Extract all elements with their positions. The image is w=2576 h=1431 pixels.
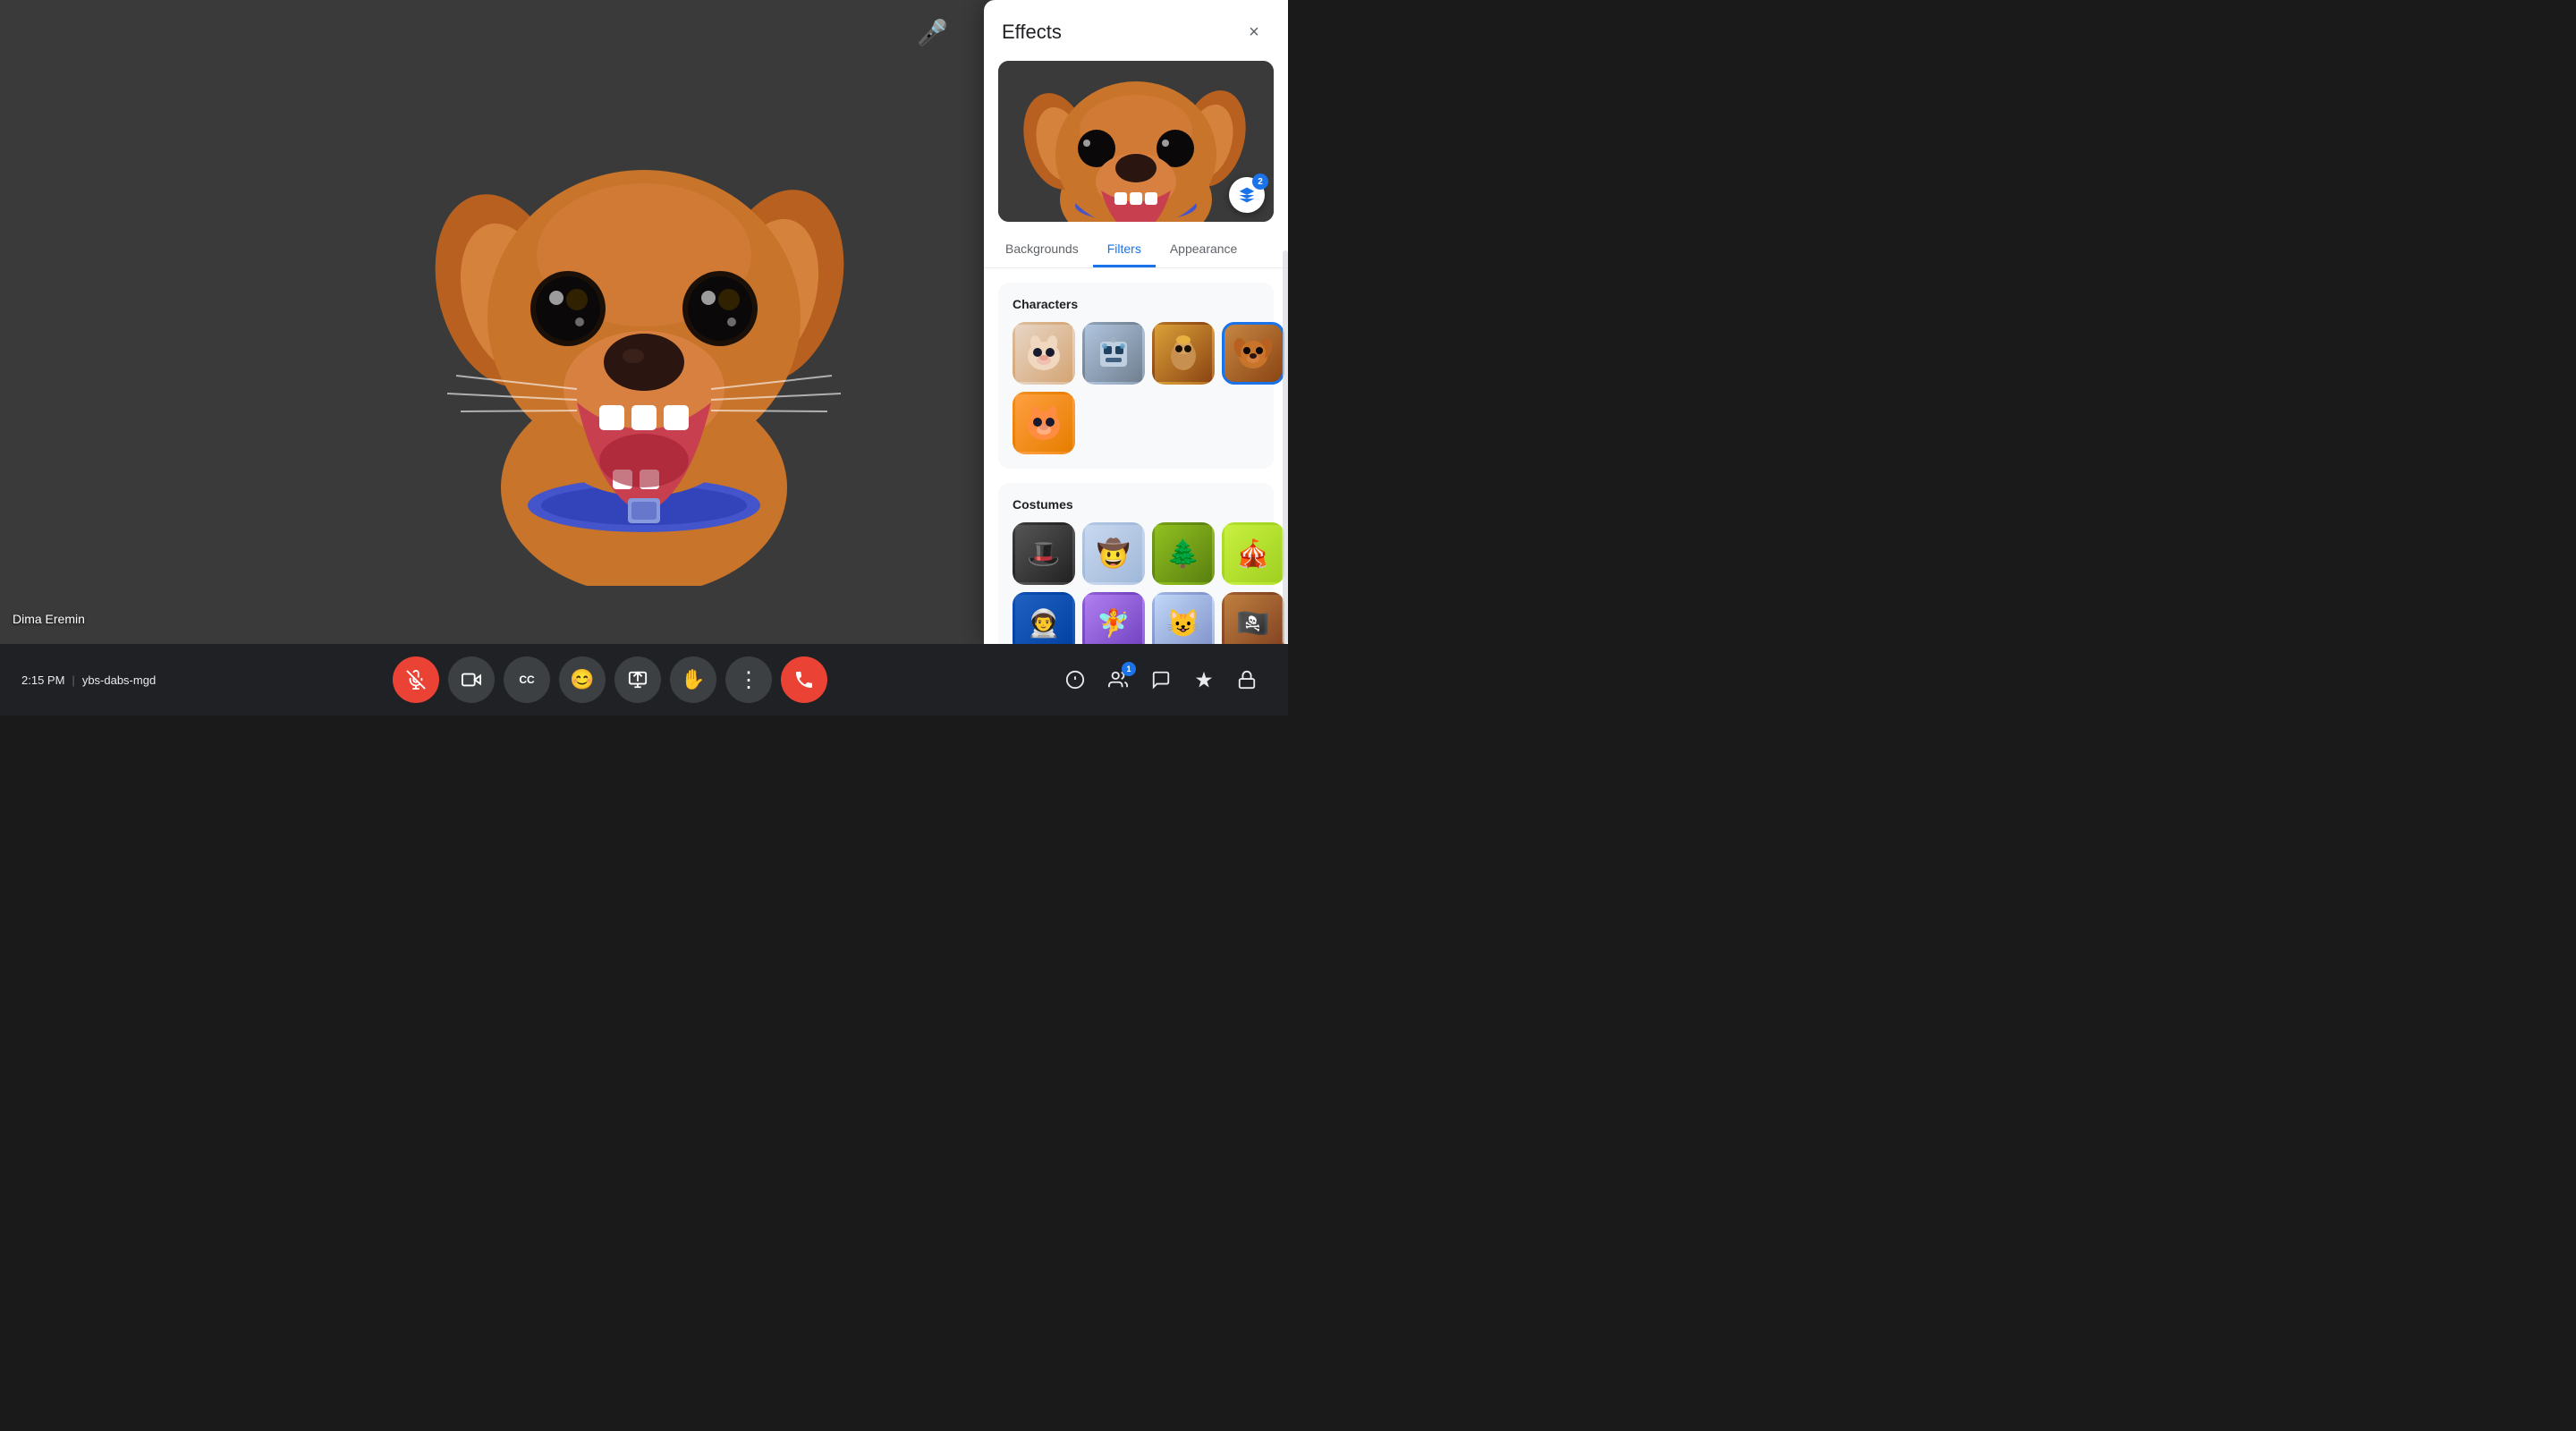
costume-astronaut[interactable]: 👨‍🚀 [1013,592,1075,644]
separator: | [72,673,74,687]
reactions-button[interactable]: 😊 [559,656,606,703]
people-badge: 1 [1122,662,1136,676]
panel-header: Effects × [984,0,1288,61]
raise-hand-button[interactable]: ✋ [670,656,716,703]
costume-fairy[interactable]: 🧚 [1082,592,1145,644]
people-button[interactable]: 1 [1098,660,1138,699]
character-princess[interactable] [1152,322,1215,385]
leave-call-button[interactable] [781,656,827,703]
camera-button[interactable] [448,656,495,703]
bottom-bar: 2:15 PM | ybs-dabs-mgd CC 😊 ✋ [0,644,1288,716]
present-button[interactable] [614,656,661,703]
mic-button[interactable] [393,656,439,703]
costume-tophat[interactable]: 🎩 [1013,522,1075,585]
effects-content: Characters [984,268,1288,644]
costumes-section: Costumes 🎩 🤠 🌲 🎪 👨‍🚀 🧚 [998,483,1274,644]
costume-cat-filter[interactable]: 😺 [1152,592,1215,644]
effects-preview: 2 [998,61,1274,222]
effects-tabs: Backgrounds Filters Appearance [984,233,1288,268]
effects-panel: Effects × [984,0,1288,644]
activities-button[interactable] [1184,660,1224,699]
panel-title: Effects [1002,21,1062,44]
more-options-button[interactable]: ⋮ [725,656,772,703]
costume-pirate[interactable]: 🏴‍☠️ [1222,592,1284,644]
participant-name: Dima Eremin [13,612,85,626]
character-dog[interactable] [1222,322,1284,385]
tab-filters[interactable]: Filters [1093,233,1156,267]
captions-button[interactable]: CC [504,656,550,703]
layers-badge[interactable]: 2 [1229,177,1265,213]
video-area: 🎤 [0,0,1288,644]
costumes-grid: 🎩 🤠 🌲 🎪 👨‍🚀 🧚 😺 � [1013,522,1259,644]
character-orange-cat[interactable] [1013,392,1075,454]
meeting-info: 2:15 PM | ybs-dabs-mgd [21,673,165,687]
tab-backgrounds[interactable]: Backgrounds [991,233,1093,267]
chat-button[interactable] [1141,660,1181,699]
costume-cowboy[interactable]: 🤠 [1082,522,1145,585]
info-button[interactable] [1055,660,1095,699]
video-mute-indicator: 🎤 [917,18,948,47]
characters-section: Characters [998,283,1274,469]
characters-title: Characters [1013,297,1259,311]
current-time: 2:15 PM [21,673,64,687]
costumes-title: Costumes [1013,497,1259,512]
safety-button[interactable] [1227,660,1267,699]
meeting-code: ybs-dabs-mgd [82,673,156,687]
character-cat[interactable] [1013,322,1075,385]
controls-right: 1 [1055,660,1267,699]
characters-grid [1013,322,1259,454]
costume-tree[interactable]: 🌲 [1152,522,1215,585]
costume-carnival[interactable]: 🎪 [1222,522,1284,585]
character-robot[interactable] [1082,322,1145,385]
controls-center: CC 😊 ✋ ⋮ [393,656,827,703]
layers-count-badge: 2 [1252,174,1268,190]
tab-appearance[interactable]: Appearance [1156,233,1252,267]
scrollbar[interactable] [1283,250,1288,644]
close-effects-button[interactable]: × [1238,16,1270,48]
